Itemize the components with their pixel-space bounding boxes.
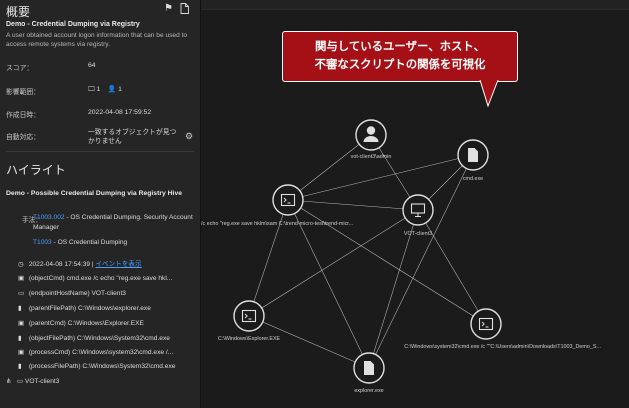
score-label: スコア： [6,65,34,72]
event-row: ▭ (endpointHostName) VOT-client3 [18,289,126,297]
user-count: 1 [118,86,122,93]
script-process-node[interactable]: /c echo "reg.exe save hklm\sam C:\trend-… [201,184,353,227]
highlights-title: ハイライト [6,163,66,177]
callout-pointer [479,80,499,108]
event-row: ▣ (processCmd) C:\Windows\system32\cmd.e… [18,348,173,356]
file-icon [364,361,374,375]
endpoint-row: ⋔ ▭ VOT-client3 [6,377,59,385]
user-node[interactable]: vot-client3\admin [351,119,392,160]
callout-line-2: 不審なスクリプトの関係を可視化 [314,59,486,71]
event-text: (parentCmd) C:\Windows\Explorer.EXE [28,320,144,327]
panel-title: 概要 [6,5,31,19]
clock-icon: ◷ [18,261,24,268]
explorer-cmd-node-label: C:\Windows\Explorer.EXE [218,336,281,342]
explorer-node-label: explorer.exe [354,388,383,394]
event-text: (parentFilePath) C:\Windows\explorer.exe [28,305,151,312]
score-value: 64 [88,62,96,69]
file-icon [468,148,478,162]
event-time-row: ◷ 2022-04-08 17:54:39 | イベントを表示 [18,258,142,268]
technique-1: T1003.002 - OS Credential Dumping. Secur… [33,213,193,233]
script-node-label: /c echo "reg.exe save hklm\sam C:\trend-… [201,221,353,227]
endpoint-name[interactable]: VOT-client3 [25,378,59,385]
cmd-path-node-label: C:\Windows\system32\cmd.exe /c ""C:\User… [404,344,601,350]
document-icon[interactable] [180,3,189,17]
file-icon: ▮ [18,363,22,370]
gear-icon[interactable]: ⚙ [185,131,193,142]
monitor-icon: ▭ [16,378,24,385]
view-event-link[interactable]: イベントを表示 [95,261,141,268]
event-row: ▮ (objectFilePath) C:\Windows\System32\c… [18,334,170,342]
event-row: ▮ (parentFilePath) C:\Windows\explorer.e… [18,304,151,312]
impact-value: 🖵 1 👤 1 [88,85,122,94]
cmd-process-node[interactable]: C:\Windows\system32\cmd.exe /c ""C:\User… [404,308,601,350]
cmd-node-label: cmd.exe [463,176,483,182]
endpoint-count: 1 [96,86,101,93]
event-text: (processCmd) C:\Windows\system32\cmd.exe… [28,349,174,356]
host-node-label: VOT-client3 [404,231,432,237]
cmd-file-node[interactable]: cmd.exe [457,139,489,182]
event-time: 2022-04-08 17:54:39 [28,261,91,268]
file-icon: ▮ [18,305,22,312]
monitor-icon: 🖵 [88,86,95,93]
technique-2: T1003 - OS Credential Dumping [33,238,193,248]
monitor-icon: ▭ [18,290,25,297]
event-row: ▣ (parentCmd) C:\Windows\Explorer.EXE [18,319,144,327]
terminal-icon: ▣ [18,275,25,282]
technique-2-code[interactable]: T1003 [33,239,52,246]
file-icon: ▮ [18,335,22,342]
summary-panel: 概要 ⚑ Demo - Credential Dumping via Regis… [0,0,201,408]
event-row: ▮ (processFilePath) C:\Windows\System32\… [18,362,175,370]
user-icon: 👤 [107,86,117,93]
auto-response-value: 一致するオブジェクトが見つかりません [88,129,177,145]
technique-1-code[interactable]: T1003.002 [33,214,65,221]
technique-2-name: - OS Credential Dumping [51,239,128,246]
impact-label: 影響範囲： [6,89,40,96]
annotation-callout: 関与しているユーザー、ホスト、 不審なスクリプトの関係を可視化 [282,31,518,82]
auto-response-label: 自動対応： [6,134,40,141]
event-text: (processFilePath) C:\Windows\System32\cm… [28,363,176,370]
host-node[interactable]: VOT-client3 [402,194,434,237]
event-text: (objectFilePath) C:\Windows\System32\cmd… [28,335,170,342]
created-value: 2022-04-08 17:59:52 [88,109,152,116]
network-icon: ⋔ [6,378,12,385]
explorer-file-node[interactable]: explorer.exe [353,352,385,394]
created-label: 作成日時： [6,112,40,119]
event-row: ▣ (objectCmd) cmd.exe /c echo "reg.exe s… [18,274,172,282]
flag-icon[interactable]: ⚑ [164,3,173,14]
detection-title: Demo - Possible Credential Dumping via R… [6,190,183,197]
user-icon [366,126,376,135]
case-description: A user obtained account logon informatio… [6,32,188,48]
explorer-process-node[interactable]: C:\Windows\Explorer.EXE [218,300,281,342]
divider [6,151,194,152]
terminal-icon: ▣ [18,349,25,356]
event-text: (endpointHostName) VOT-client3 [28,290,126,297]
case-title: Demo - Credential Dumping via Registry [6,21,140,28]
user-node-label: vot-client3\admin [351,154,392,160]
terminal-icon: ▣ [18,320,25,327]
event-text: (objectCmd) cmd.exe /c echo "reg.exe sav… [28,275,173,282]
callout-line-1: 関与しているユーザー、ホスト、 [315,41,485,53]
